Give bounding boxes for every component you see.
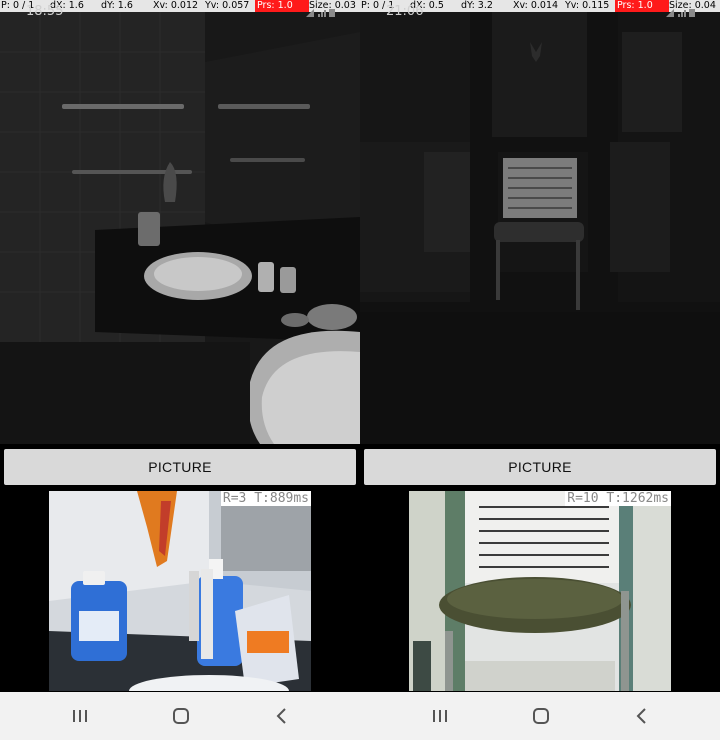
back-icon[interactable]	[622, 702, 662, 730]
velocity-x: Xv: 0.012	[153, 0, 199, 11]
camera-preview	[0, 12, 360, 444]
home-icon[interactable]	[161, 702, 201, 730]
velocity-y: Yv: 0.115	[565, 0, 610, 11]
status-time: 21:06	[386, 4, 424, 19]
left-phone-screen: P: 0 / 1 dX: 1.6 dY: 1.6 Xv: 0.012 Yv: 0…	[0, 0, 360, 740]
velocity-y: Yv: 0.057	[205, 0, 250, 11]
home-icon[interactable]	[521, 702, 561, 730]
status-icons	[306, 8, 336, 21]
pressure: Prs: 1.0	[615, 0, 669, 12]
captured-photo: R=10 T:1262ms	[409, 491, 671, 691]
status-time: 18:55	[26, 4, 64, 19]
capture-result-label: R=10 T:1262ms	[565, 491, 671, 506]
recent-apps-icon[interactable]	[420, 702, 460, 730]
picture-button[interactable]: PICTURE	[4, 449, 356, 485]
velocity-x: Xv: 0.014	[513, 0, 559, 11]
delta-y: dY: 1.6	[101, 0, 133, 11]
recent-apps-icon[interactable]	[60, 702, 100, 730]
captured-photo: R=3 T:889ms	[49, 491, 311, 691]
delta-y: dY: 3.2	[461, 0, 493, 11]
right-phone-screen: P: 0 / 1 dX: 0.5 dY: 3.2 Xv: 0.014 Yv: 0…	[360, 0, 720, 740]
camera-preview	[360, 12, 720, 444]
back-icon[interactable]	[262, 702, 302, 730]
system-navigation-bar	[360, 692, 720, 740]
pressure: Prs: 1.0	[255, 0, 309, 12]
picture-button[interactable]: PICTURE	[364, 449, 716, 485]
capture-result-label: R=3 T:889ms	[220, 491, 311, 506]
status-icons	[666, 8, 696, 21]
system-navigation-bar	[0, 692, 360, 740]
